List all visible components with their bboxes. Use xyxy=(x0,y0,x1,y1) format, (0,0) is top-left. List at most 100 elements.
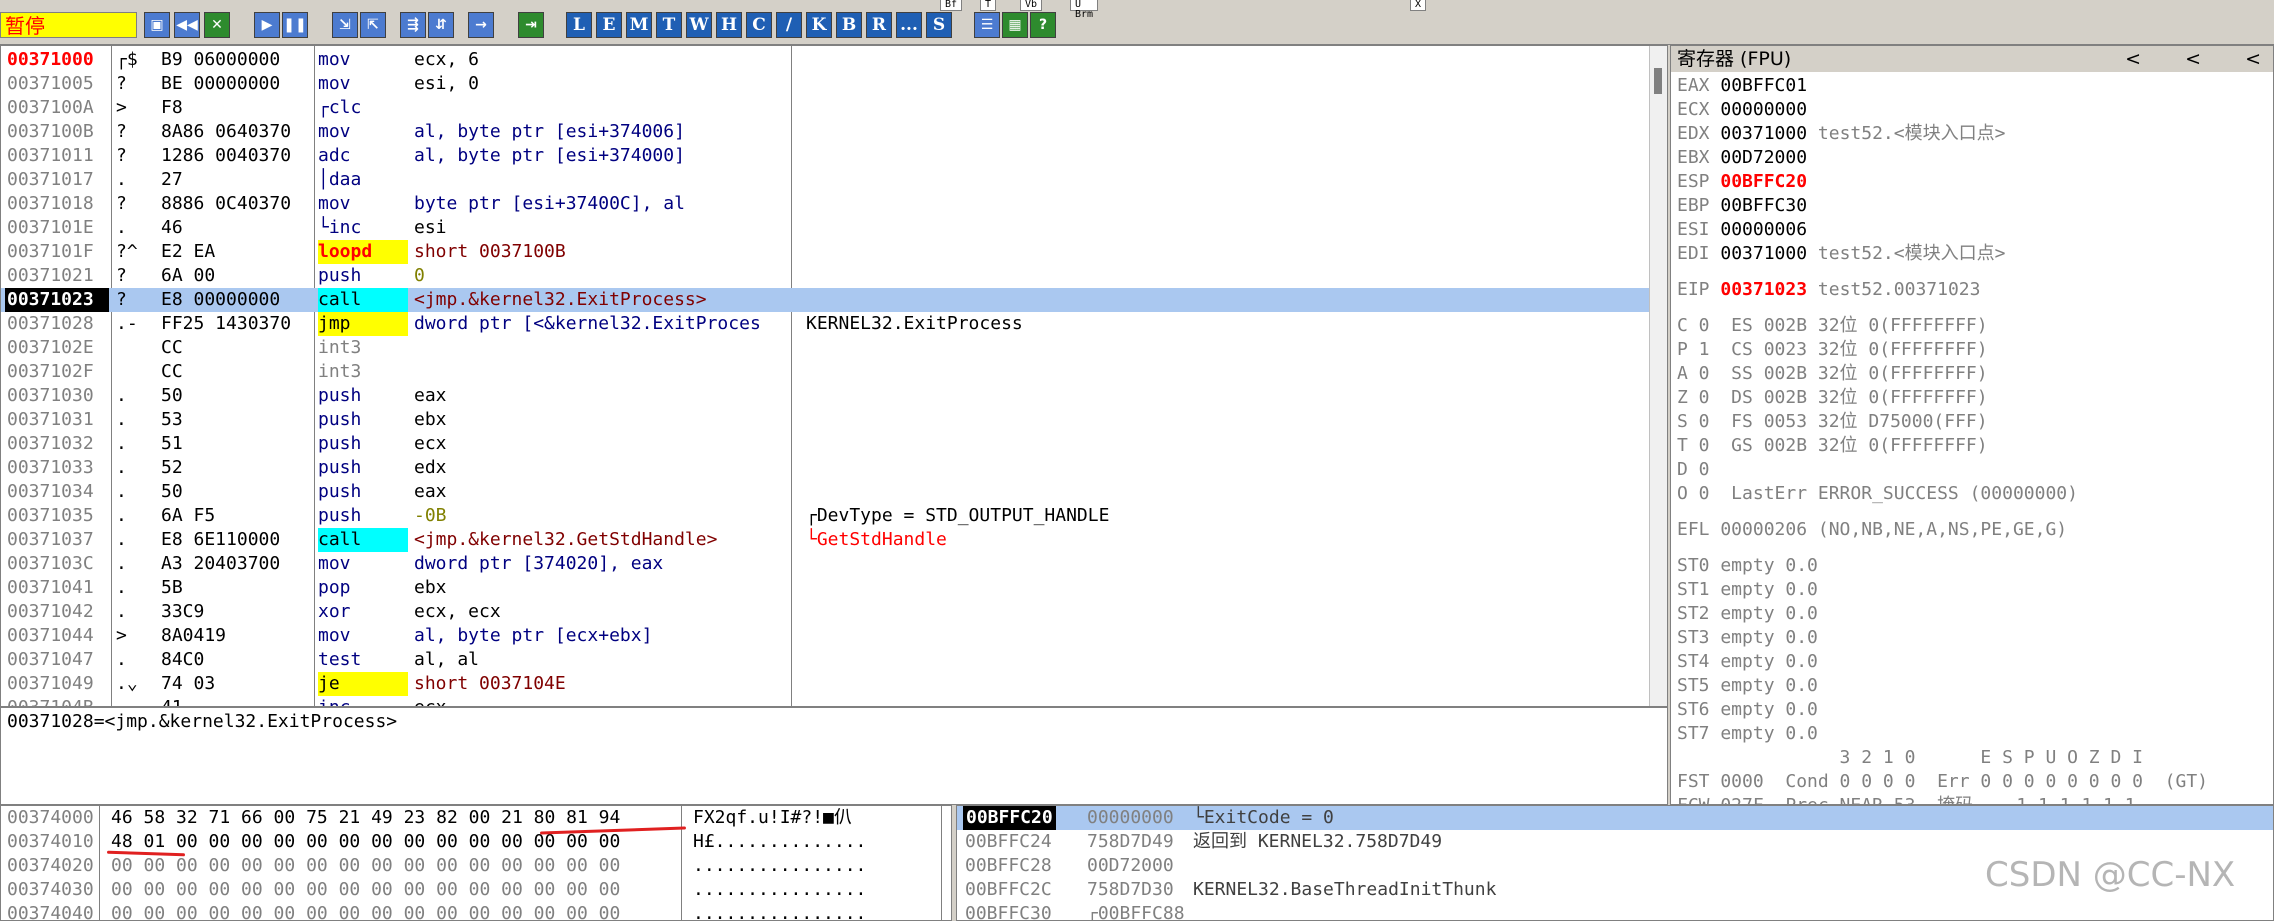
menu-tab-vb[interactable]: Vb xyxy=(1020,0,1043,11)
disasm-row[interactable]: 00371049 .⌄ 74 03 je short 0037104E xyxy=(1,672,1651,696)
step-into-icon[interactable]: ⇲ xyxy=(332,12,358,38)
register-row-edi[interactable]: EDI 00371000 test52.<模块入口点> xyxy=(1677,242,2005,266)
disasm-row[interactable]: 0037101F ?^ E2 EA loopd short 0037100B xyxy=(1,240,1651,264)
register-value[interactable]: 00371023 xyxy=(1720,279,1807,300)
disasm-row[interactable]: 0037100B? 8A86 0640370 mov al, byte ptr [es… xyxy=(1,120,1651,144)
stack-row[interactable]: 00BFFC24 758D7D49 返回到 KERNEL32.758D7D49 xyxy=(957,830,2273,854)
flag-segment-row[interactable]: O 0 LastErr ERROR_SUCCESS (00000000) xyxy=(1677,482,2078,506)
disasm-row[interactable]: 00371042. 33C9 xor ecx, ecx xyxy=(1,600,1651,624)
register-row-ebx[interactable]: EBX 00D72000 xyxy=(1677,146,1818,170)
disasm-row[interactable]: 00371032. 51 push ecx xyxy=(1,432,1651,456)
menu-tab-bf[interactable]: Bf xyxy=(940,0,963,11)
menu-tab-u-brm[interactable]: U Brm xyxy=(1070,0,1099,20)
fpu-register-row[interactable]: ST5 empty 0.0 xyxy=(1677,674,1818,698)
register-value[interactable]: 00D72000 xyxy=(1720,147,1807,168)
goto-icon[interactable]: ⇥ xyxy=(518,12,544,38)
dump-row[interactable]: 00374010 48 01 00 00 00 00 00 00 00 00 00… xyxy=(7,830,947,854)
fpu-register-row[interactable]: ST2 empty 0.0 xyxy=(1677,602,1818,626)
disasm-row[interactable]: 00371030. 50 push eax xyxy=(1,384,1651,408)
fpu-register-row[interactable]: ST1 empty 0.0 xyxy=(1677,578,1818,602)
register-row-eax[interactable]: EAX 00BFFC01 xyxy=(1677,74,1818,98)
stack-row[interactable]: 00BFFC30 ┌00BFFC88 xyxy=(957,902,2273,920)
flag-segment-row[interactable]: D 0 xyxy=(1677,458,1710,482)
trace-over-icon[interactable]: ⇵ xyxy=(428,12,454,38)
register-row-ebp[interactable]: EBP 00BFFC30 xyxy=(1677,194,1818,218)
eflags-row[interactable]: EFL 00000206 (NO,NB,NE,A,NS,PE,GE,G) xyxy=(1677,518,2067,542)
dump-row[interactable]: 00374000 46 58 32 71 66 00 75 21 49 23 82… xyxy=(7,806,947,830)
register-row-esi[interactable]: ESI 00000006 xyxy=(1677,218,1818,242)
fpu-control-row[interactable]: FCW 027F Prec NEAR,53 掩码 1 1 1 1 1 1 xyxy=(1677,794,2136,804)
disasm-row[interactable]: 0037102F CC int3 xyxy=(1,360,1651,384)
flag-segment-row[interactable]: S 0 FS 0053 32位 D75000(FFF) xyxy=(1677,410,1988,434)
dump-row[interactable]: 00374030 00 00 00 00 00 00 00 00 00 00 00… xyxy=(7,878,947,902)
dump-row[interactable]: 00374040 00 00 00 00 00 00 00 00 00 00 00… xyxy=(7,902,947,920)
fpu-register-row[interactable]: ST3 empty 0.0 xyxy=(1677,626,1818,650)
fpu-register-row[interactable]: ST6 empty 0.0 xyxy=(1677,698,1818,722)
registers-pane[interactable]: 寄存器 (FPU) < < < EAX 00BFFC01 ECX 0000000… xyxy=(1670,45,2274,805)
flag-segment-row[interactable]: C 0 ES 002B 32位 0(FFFFFFFF) xyxy=(1677,314,1988,338)
disasm-row[interactable]: 00371035. 6A F5 push -0B ┌DevType = STD_OUTP… xyxy=(1,504,1651,528)
disasm-row[interactable]: 0037102E CC int3 xyxy=(1,336,1651,360)
register-row-eip[interactable]: EIP 00371023 test52.00371023 xyxy=(1677,278,1980,302)
trace-into-icon[interactable]: ⇶ xyxy=(400,12,426,38)
disasm-row[interactable]: 00371031. 53 push ebx xyxy=(1,408,1651,432)
memory-dump-pane[interactable]: 00374000 46 58 32 71 66 00 75 21 49 23 82… xyxy=(0,805,952,921)
flag-segment-row[interactable]: T 0 GS 002B 32位 0(FFFFFFFF) xyxy=(1677,434,1988,458)
step-over-icon[interactable]: ⇱ xyxy=(360,12,386,38)
modules-window-button[interactable]: E xyxy=(596,12,622,38)
disassembly-pane[interactable]: 00371000 ┌$ B9 06000000 mov ecx, 6 00371005? B… xyxy=(0,45,1668,707)
disasm-row[interactable]: 00371047. 84C0 test al, al xyxy=(1,648,1651,672)
flag-segment-row[interactable]: A 0 SS 002B 32位 0(FFFFFFFF) xyxy=(1677,362,1988,386)
help-icon[interactable]: ? xyxy=(1030,12,1056,38)
pause-icon[interactable]: ❚❚ xyxy=(282,12,308,38)
handles-window-button[interactable]: H xyxy=(716,12,742,38)
register-row-esp[interactable]: ESP 00BFFC20 xyxy=(1677,170,1818,194)
disasm-row[interactable]: 00371000 ┌$ B9 06000000 mov ecx, 6 xyxy=(1,48,1651,72)
register-value[interactable]: 00371000 xyxy=(1720,243,1807,264)
fpu-status-row[interactable]: FST 0000 Cond 0 0 0 0 Err 0 0 0 0 0 0 0 … xyxy=(1677,770,2208,794)
log-window-button[interactable]: L xyxy=(566,12,592,38)
source-window-button[interactable]: S xyxy=(926,12,952,38)
disasm-row[interactable]: 00371034. 50 push eax xyxy=(1,480,1651,504)
disasm-row[interactable]: 00371011? 1286 0040370 adc al, byte ptr [es… xyxy=(1,144,1651,168)
execute-till-return-icon[interactable]: → xyxy=(468,12,494,38)
disasm-row[interactable]: 00371037. E8 6E110000 call <jmp.&kernel32.G… xyxy=(1,528,1651,552)
disasm-row[interactable]: 00371017. 27 │daa xyxy=(1,168,1651,192)
cpu-window-button[interactable]: C xyxy=(746,12,772,38)
disasm-row[interactable]: 00371028 .- FF25 1430370 jmp dword ptr [<&ke… xyxy=(1,312,1651,336)
dump-row[interactable]: 00374020 00 00 00 00 00 00 00 00 00 00 00… xyxy=(7,854,947,878)
register-value[interactable]: 00000006 xyxy=(1720,219,1807,240)
disasm-row[interactable]: 00371005? BE 00000000 mov esi, 0 xyxy=(1,72,1651,96)
disasm-row[interactable]: 00371033. 52 push edx xyxy=(1,456,1651,480)
references-window-button[interactable]: R xyxy=(866,12,892,38)
disassembly-scrollbar[interactable] xyxy=(1649,46,1667,706)
fpu-register-row[interactable]: ST0 empty 0.0 xyxy=(1677,554,1818,578)
flag-segment-row[interactable]: Z 0 DS 002B 32位 0(FFFFFFFF) xyxy=(1677,386,1988,410)
register-value[interactable]: 00BFFC30 xyxy=(1720,195,1807,216)
fpu-register-row[interactable]: ST4 empty 0.0 xyxy=(1677,650,1818,674)
windows-window-button[interactable]: W xyxy=(686,12,712,38)
disasm-row[interactable]: 00371044 >8A0419 mov al, byte ptr [ecx+ebx] xyxy=(1,624,1651,648)
disasm-row[interactable]: 0037103C. A3 20403700 mov dword ptr [374020… xyxy=(1,552,1651,576)
rewind-icon[interactable]: ◀◀ xyxy=(174,12,200,38)
register-row-edx[interactable]: EDX 00371000 test52.<模块入口点> xyxy=(1677,122,2005,146)
disasm-row[interactable]: 0037101E. 46 └inc esi xyxy=(1,216,1651,240)
memory-window-button[interactable]: M xyxy=(626,12,652,38)
register-value[interactable]: 00000000 xyxy=(1720,99,1807,120)
register-value[interactable]: 00BFFC20 xyxy=(1720,171,1807,192)
disasm-row[interactable]: 0037100A > F8 ┌clc xyxy=(1,96,1651,120)
register-value[interactable]: 00371000 xyxy=(1720,123,1807,144)
fpu-register-row[interactable]: ST7 empty 0.0 xyxy=(1677,722,1818,746)
stack-row[interactable]: 00BFFC20 00000000 └ExitCode = 0 xyxy=(957,806,2273,830)
threads-window-button[interactable]: T xyxy=(656,12,682,38)
run-trace-window-button[interactable]: ... xyxy=(896,12,922,38)
disasm-row[interactable]: 00371021? 6A 00 push 0 xyxy=(1,264,1651,288)
register-view-arrows[interactable]: < < < xyxy=(2125,46,2261,72)
list-icon[interactable]: ☰ xyxy=(974,12,1000,38)
flag-segment-row[interactable]: P 1 CS 0023 32位 0(FFFFFFFF) xyxy=(1677,338,1988,362)
open-icon[interactable]: ▣ xyxy=(144,12,170,38)
disasm-row[interactable]: 00371041. 5B pop ebx xyxy=(1,576,1651,600)
breakpoints-window-button[interactable]: B xyxy=(836,12,862,38)
run-icon[interactable]: ▶ xyxy=(254,12,280,38)
register-row-ecx[interactable]: ECX 00000000 xyxy=(1677,98,1818,122)
